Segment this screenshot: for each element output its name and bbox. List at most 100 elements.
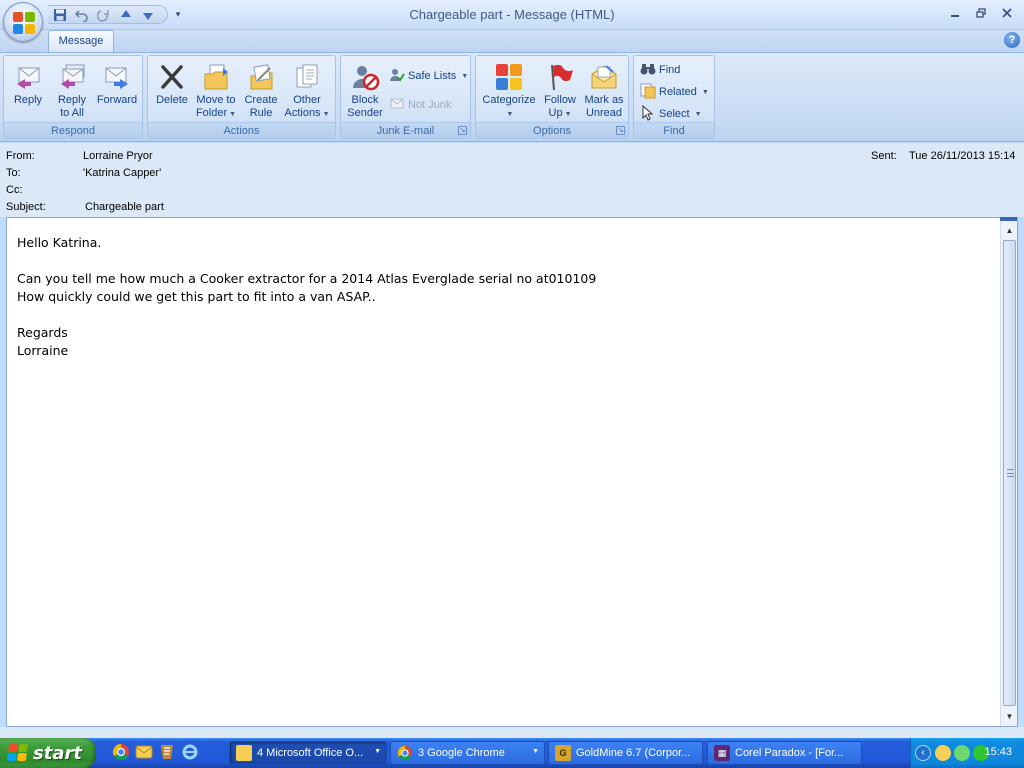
office-logo-icon	[13, 12, 35, 34]
group-junk-email: Block Sender Safe Lists ▼ Not Junk Junk …	[340, 55, 471, 139]
message-body[interactable]: Hello Katrina. Can you tell me how much …	[6, 217, 1018, 727]
follow-up-button[interactable]: Follow Up ▼	[540, 58, 580, 122]
subject-label: Subject:	[6, 201, 46, 213]
chevron-down-icon: ▼	[506, 111, 514, 118]
from-value[interactable]: Lorraine Pryor	[83, 150, 153, 162]
start-button[interactable]: start	[0, 738, 96, 768]
chevron-down-icon: ▼	[532, 748, 539, 755]
mail-tray-icon[interactable]	[935, 745, 951, 761]
group-label-junk-email: Junk E-mail	[341, 122, 470, 138]
close-icon[interactable]	[996, 4, 1018, 22]
chevron-down-icon: ▼	[564, 111, 572, 118]
find-button[interactable]: Find	[640, 60, 680, 80]
taskbar-item-goldmine[interactable]: G GoldMine 6.7 (Corpor...	[548, 741, 703, 765]
from-label: From:	[6, 150, 35, 162]
taskbar-item-paradox[interactable]: ▦ Corel Paradox - [For...	[707, 741, 862, 765]
scrollbar-split-marker	[1000, 217, 1017, 221]
paradox-icon: ▦	[714, 745, 730, 761]
minimize-icon[interactable]	[944, 4, 966, 22]
cc-label: Cc:	[6, 184, 23, 196]
office-button[interactable]	[3, 2, 43, 42]
group-label-find: Find	[634, 122, 714, 138]
restore-icon[interactable]	[970, 4, 992, 22]
other-actions-button[interactable]: Other Actions ▼	[282, 58, 332, 122]
chevron-down-icon: ▼	[374, 748, 381, 755]
not-junk-button[interactable]: Not Junk	[389, 95, 451, 115]
ribbon-tab-row: Message ?	[0, 30, 1024, 52]
flag-icon	[543, 60, 577, 94]
mark-as-unread-button[interactable]: Mark as Unread	[582, 58, 626, 122]
related-button[interactable]: Related ▼	[640, 82, 709, 102]
group-label-actions: Actions	[148, 122, 335, 138]
chevron-down-icon: ▼	[229, 111, 237, 118]
subject-value: Chargeable part	[85, 201, 164, 213]
sent-value: Tue 26/11/2013 15:14	[909, 150, 1016, 162]
taskbar-item-outlook[interactable]: 4 Microsoft Office O... ▼	[229, 741, 387, 765]
ribbon: Reply Reply to All Forward Respond Delet…	[0, 52, 1024, 142]
clock[interactable]: 15:43	[984, 746, 1012, 758]
reply-icon	[11, 60, 45, 94]
group-actions: Delete Move to Folder ▼ Create Rule Other…	[147, 55, 336, 139]
scrollbar-thumb[interactable]	[1003, 240, 1016, 706]
safe-lists-icon	[389, 67, 405, 86]
related-icon	[640, 83, 656, 102]
other-actions-icon	[290, 60, 324, 94]
forward-button[interactable]: Forward	[94, 58, 140, 122]
goldmine-icon: G	[555, 745, 571, 761]
taskbar-item-chrome[interactable]: 3 Google Chrome ▼	[390, 741, 545, 765]
quick-launch	[112, 743, 199, 761]
grip-icon	[1007, 469, 1014, 477]
tab-message[interactable]: Message	[48, 30, 114, 52]
block-sender-icon	[348, 60, 382, 94]
to-row: To: 'Katrina Capper'	[0, 165, 1024, 182]
outlook-icon[interactable]	[135, 743, 153, 761]
move-to-folder-icon	[199, 60, 233, 94]
window-controls	[944, 4, 1018, 22]
scroll-up-icon[interactable]: ▲	[1002, 223, 1017, 238]
window-bottom-border	[0, 727, 1024, 738]
taskbar: start 4 Microsoft Office O... ▼ 3 Google…	[0, 738, 1024, 768]
group-label-options: Options	[476, 122, 628, 138]
not-junk-icon	[389, 96, 405, 115]
create-rule-button[interactable]: Create Rule	[240, 58, 282, 122]
safe-lists-button[interactable]: Safe Lists ▼	[389, 66, 468, 86]
tray-icons	[935, 745, 989, 761]
to-value[interactable]: 'Katrina Capper'	[83, 167, 161, 179]
chevron-down-icon: ▼	[461, 72, 469, 80]
reply-button[interactable]: Reply	[8, 58, 48, 122]
system-tray: ‹ 15:43	[910, 738, 1024, 768]
block-sender-button[interactable]: Block Sender	[343, 58, 387, 122]
move-to-folder-button[interactable]: Move to Folder ▼	[194, 58, 238, 122]
chevron-down-icon: ▼	[694, 110, 702, 118]
mark-as-unread-icon	[587, 60, 621, 94]
reply-all-button[interactable]: Reply to All	[52, 58, 92, 122]
body-line	[17, 306, 596, 324]
chrome-icon[interactable]	[112, 743, 130, 761]
body-line	[17, 252, 596, 270]
categorize-button[interactable]: Categorize ▼	[480, 58, 538, 122]
to-label: To:	[6, 167, 21, 179]
help-icon[interactable]: ?	[1004, 32, 1020, 48]
delete-button[interactable]: Delete	[152, 58, 192, 122]
from-row: From: Lorraine Pryor Sent: Tue 26/11/201…	[0, 148, 1024, 165]
delete-icon	[155, 60, 189, 94]
body-line: Lorraine	[17, 343, 69, 358]
group-find: Find Related ▼ Select ▼ Find	[633, 55, 715, 139]
scroll-down-icon[interactable]: ▼	[1002, 709, 1017, 724]
cc-row: Cc:	[0, 182, 1024, 199]
body-line: Can you tell me how much a Cooker extrac…	[17, 271, 597, 286]
dialog-launcher-icon[interactable]: ↘	[458, 126, 467, 135]
ie-icon[interactable]	[181, 743, 199, 761]
select-button[interactable]: Select ▼	[640, 104, 702, 124]
sent-label: Sent:	[871, 150, 897, 162]
chevron-down-icon: ▼	[322, 111, 330, 118]
dialog-launcher-icon[interactable]: ↘	[616, 126, 625, 135]
show-hidden-icons-icon[interactable]: ‹	[915, 745, 931, 761]
app-icon[interactable]	[158, 743, 176, 761]
chrome-icon	[397, 745, 413, 761]
status-tray-icon[interactable]	[954, 745, 970, 761]
message-body-text: Hello Katrina. Can you tell me how much …	[17, 234, 596, 360]
message-header: From: Lorraine Pryor Sent: Tue 26/11/201…	[0, 143, 1024, 217]
windows-logo-icon	[6, 744, 30, 762]
vertical-scrollbar[interactable]: ▲ ▼	[1000, 217, 1017, 726]
